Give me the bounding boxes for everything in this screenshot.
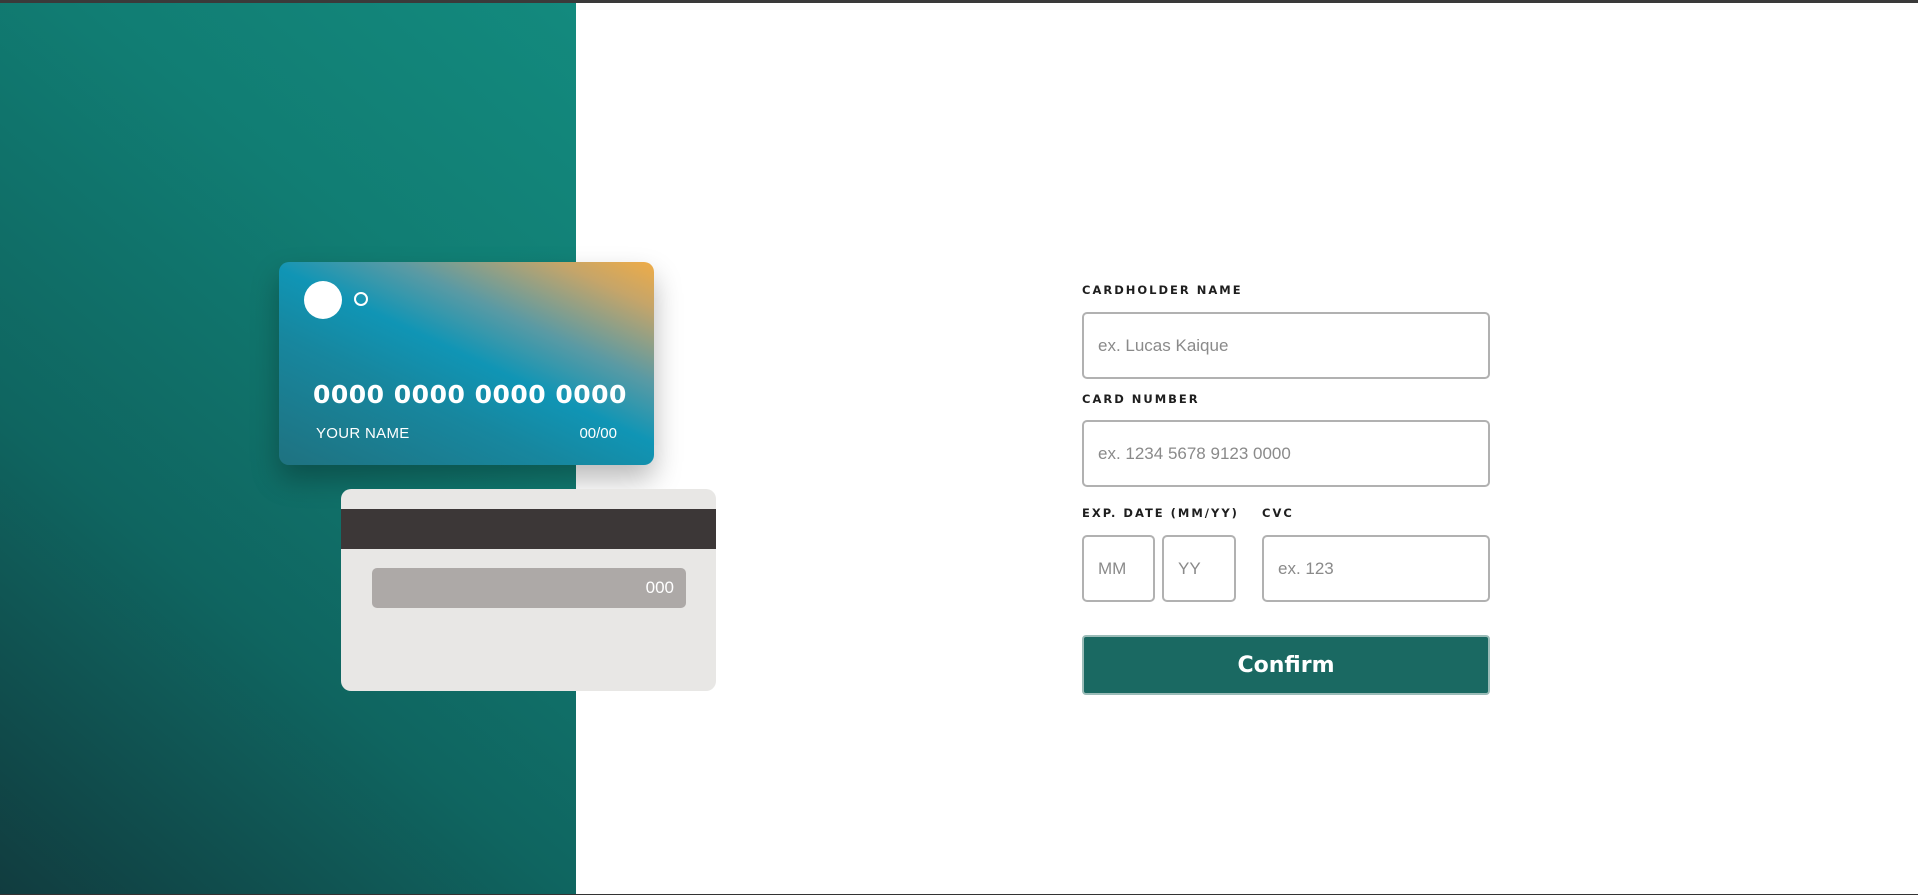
card-number-display: 0000 0000 0000 0000 — [313, 380, 627, 409]
card-logo-small-circle-icon — [354, 292, 368, 306]
exp-date-label: EXP. DATE (MM/YY) — [1082, 506, 1239, 520]
cardholder-name-input[interactable] — [1082, 312, 1490, 379]
cvc-display: 000 — [645, 578, 674, 597]
card-expiry-display: 00/00 — [579, 425, 617, 442]
card-back: 000 — [341, 489, 716, 691]
confirm-button[interactable]: Confirm — [1082, 635, 1490, 695]
card-number-label: CARD NUMBER — [1082, 392, 1200, 406]
card-number-input[interactable] — [1082, 420, 1490, 487]
cardholder-name-label: CARDHOLDER NAME — [1082, 283, 1243, 297]
exp-month-input[interactable] — [1082, 535, 1155, 602]
card-logo-large-circle-icon — [304, 281, 342, 319]
signature-strip: 000 — [372, 568, 686, 608]
magnetic-stripe — [341, 509, 716, 549]
cvc-input[interactable] — [1262, 535, 1490, 602]
exp-year-input[interactable] — [1162, 535, 1236, 602]
cvc-label: CVC — [1262, 506, 1294, 520]
card-front: 0000 0000 0000 0000 YOUR NAME 00/00 — [279, 262, 654, 465]
cardholder-name-display: YOUR NAME — [316, 425, 410, 442]
